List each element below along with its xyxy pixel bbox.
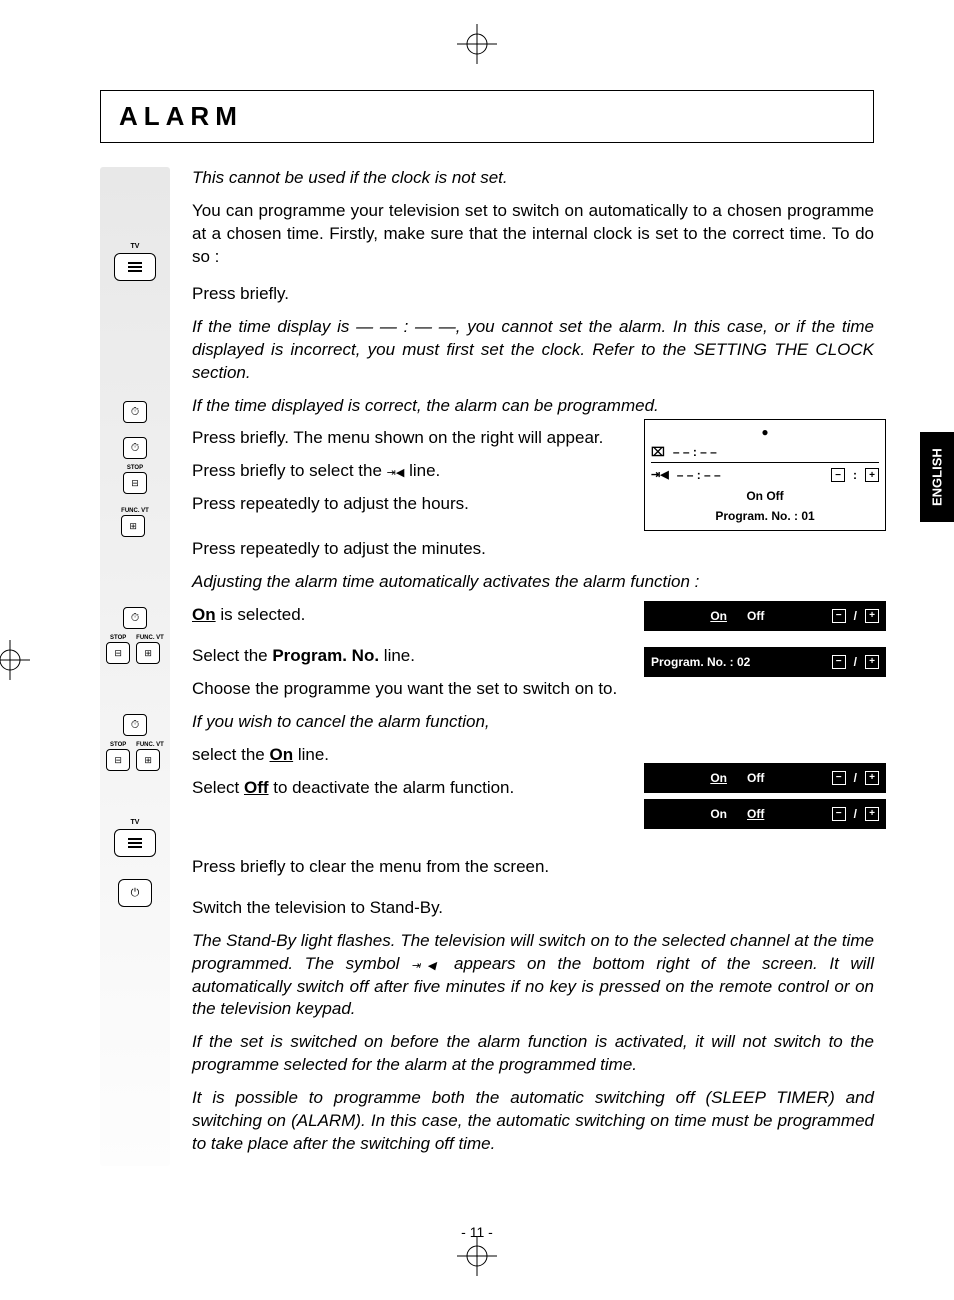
stop-label-2: STOP	[106, 635, 130, 641]
on-selected-post: is selected.	[216, 605, 306, 624]
osd-on-1: On	[710, 609, 727, 623]
on-selected-bold: On	[192, 605, 216, 624]
osd-on-2: On	[710, 771, 727, 785]
sel-prog-post: line.	[379, 646, 415, 665]
minus-box: −	[831, 468, 845, 482]
minus-box-1: −	[832, 609, 846, 623]
step-press-briefly-1: Press briefly.	[192, 283, 874, 306]
func-vt-button-icon-2: ⊞	[136, 642, 160, 664]
register-mark-side	[0, 640, 30, 680]
step-choose-prog: Choose the programme you want the set to…	[192, 678, 874, 701]
func-vt-label: FUNC. VT	[121, 508, 149, 514]
icon-column: ⏱ ⏱ STOP ⊟ FUNC. VT ⊞ ⏱	[100, 167, 170, 1166]
sel-on-post: line.	[293, 745, 329, 764]
menu-lines-icon	[126, 261, 144, 273]
slash-1: /	[854, 608, 857, 624]
sel-off-pre: Select	[192, 778, 244, 797]
osd-row-onoff-1: On Off −/ +	[644, 601, 886, 631]
stop-button-icon-2: ⊟	[106, 642, 130, 664]
osd-menu-box: ● ⌧ – – : – – ⇥◀ – – : – – −: + On Off Pr…	[644, 419, 886, 531]
plus-box-3: +	[865, 771, 879, 785]
step-select-line-suf: line.	[409, 461, 440, 480]
step-select-line-pre: Press briefly to select the	[192, 461, 387, 480]
step-cancel-note: If you wish to cancel the alarm function…	[192, 711, 874, 734]
osd-prog-row: Program. No. : 02	[651, 654, 824, 670]
register-mark-top	[457, 24, 497, 64]
tv-button-icon	[114, 253, 156, 281]
clock-button-icon-2: ⏱	[123, 437, 147, 459]
plus-box-2: +	[865, 655, 879, 669]
page-heading: ALARM	[119, 101, 855, 132]
osd-row-onoff-2: On Off −/ +	[644, 763, 886, 793]
step-auto-activate: Adjusting the alarm time automatically a…	[192, 571, 874, 594]
stop-button-icon-3: ⊟	[106, 749, 130, 771]
clock-dot-icon: ●	[761, 425, 768, 439]
slash-2: /	[854, 654, 857, 670]
func-vt-button-icon: ⊞	[121, 515, 145, 537]
osd-on-3: On	[710, 807, 727, 821]
alarm-row-icon: ⇥◀	[651, 468, 669, 483]
sel-prog-pre: Select the	[192, 646, 272, 665]
both-note: It is possible to programme both the aut…	[192, 1087, 874, 1156]
heading-box: ALARM	[100, 90, 874, 143]
func-vt-label-3: FUNC. VT	[136, 742, 164, 748]
menu-lines-icon-2	[126, 837, 144, 849]
osd-row-onoff-3: On Off −/ +	[644, 799, 886, 829]
minus-box-2: −	[832, 655, 846, 669]
stop-button-icon: ⊟	[123, 472, 147, 494]
stop-label: STOP	[123, 465, 147, 471]
language-tab: ENGLISH	[920, 432, 954, 522]
func-vt-label-2: FUNC. VT	[136, 635, 164, 641]
register-mark-bottom	[457, 1236, 497, 1276]
osd-prog: Program. No. : 01	[651, 508, 879, 524]
intro-body: You can programme your television set to…	[192, 200, 874, 269]
alarm-line-icon: ⇥◀	[387, 467, 405, 479]
osd-clock-time: – – : – –	[673, 444, 717, 460]
step-adjust-minutes: Press repeatedly to adjust the minutes.	[192, 538, 874, 561]
step-clear-menu: Press briefly to clear the menu from the…	[192, 856, 874, 879]
plus-box-4: +	[865, 807, 879, 821]
slash-3: /	[854, 770, 857, 786]
step-time-warning: If the time display is — — : — —, you ca…	[192, 316, 874, 385]
text-column: This cannot be used if the clock is not …	[192, 167, 874, 1166]
step-time-ok: If the time displayed is correct, the al…	[192, 395, 874, 418]
standby-note: The Stand-By light flashes. The televisi…	[192, 930, 874, 1022]
step-standby: Switch the television to Stand-By.	[192, 897, 874, 920]
intro-note: This cannot be used if the clock is not …	[192, 167, 874, 190]
sel-prog-bold: Program. No.	[272, 646, 379, 665]
power-icon: ⏻	[131, 887, 140, 900]
standby-button-icon: ⏻	[118, 879, 152, 907]
clock-button-icon: ⏱	[123, 401, 147, 423]
osd-onoff: On Off	[651, 488, 879, 504]
osd-off-3: Off	[747, 807, 764, 821]
stop-label-3: STOP	[106, 742, 130, 748]
no-switch-note: If the set is switched on before the ala…	[192, 1031, 874, 1077]
slash-4: /	[854, 806, 857, 822]
sel-off-bold: Off	[244, 778, 269, 797]
alarm-symbol-icon: ⇥◀	[411, 960, 442, 972]
osd-alarm-time: – – : – –	[677, 467, 721, 483]
plus-box: +	[865, 468, 879, 482]
sel-on-pre: select the	[192, 745, 270, 764]
sel-on-bold: On	[270, 745, 294, 764]
minus-box-3: −	[832, 771, 846, 785]
tv-button-icon-2	[114, 829, 156, 857]
clock-button-icon-3: ⏱	[123, 607, 147, 629]
plus-box-1: +	[865, 609, 879, 623]
clock-button-icon-4: ⏱	[123, 714, 147, 736]
no-alarm-icon: ⌧	[651, 444, 665, 460]
colon-box: :	[853, 467, 857, 483]
page-number: - 11 -	[461, 1224, 493, 1240]
osd-off-1: Off	[747, 609, 764, 623]
osd-off-2: Off	[747, 771, 764, 785]
minus-box-4: −	[832, 807, 846, 821]
func-vt-button-icon-3: ⊞	[136, 749, 160, 771]
sel-off-post: to deactivate the alarm function.	[269, 778, 515, 797]
osd-row-prog: Program. No. : 02 −/ +	[644, 647, 886, 677]
